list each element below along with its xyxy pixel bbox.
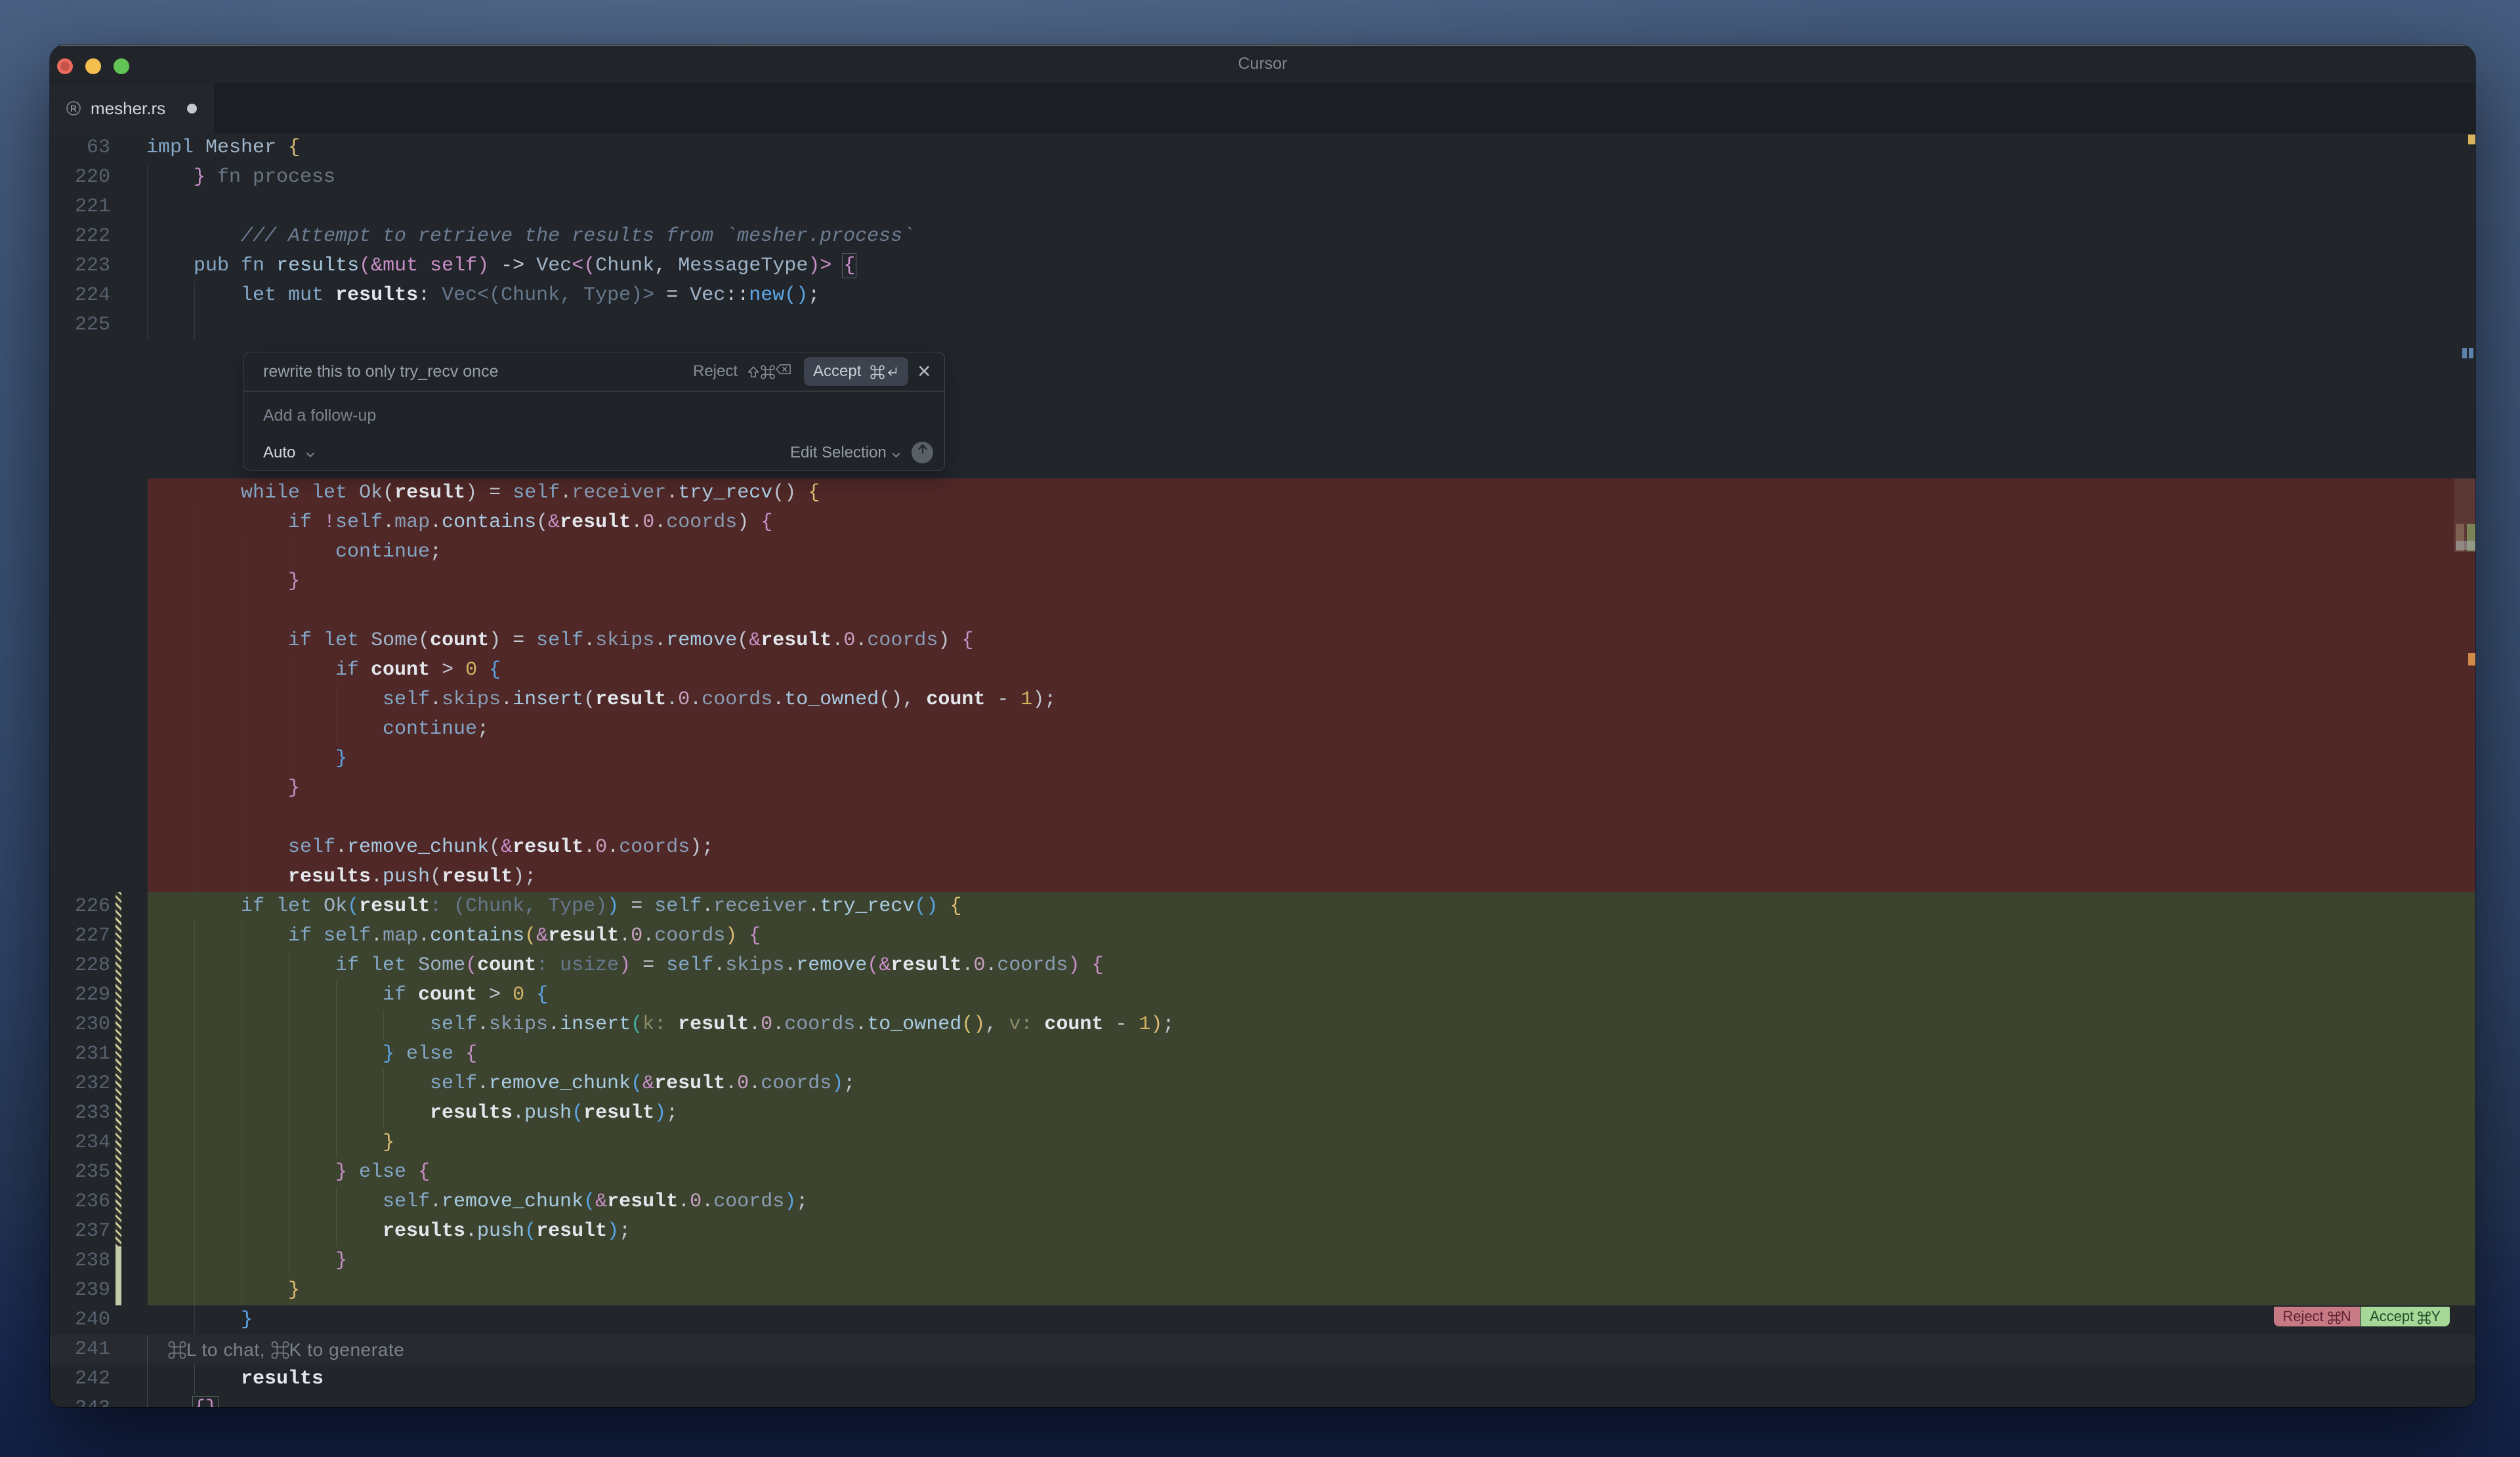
- svg-text:R: R: [70, 104, 77, 114]
